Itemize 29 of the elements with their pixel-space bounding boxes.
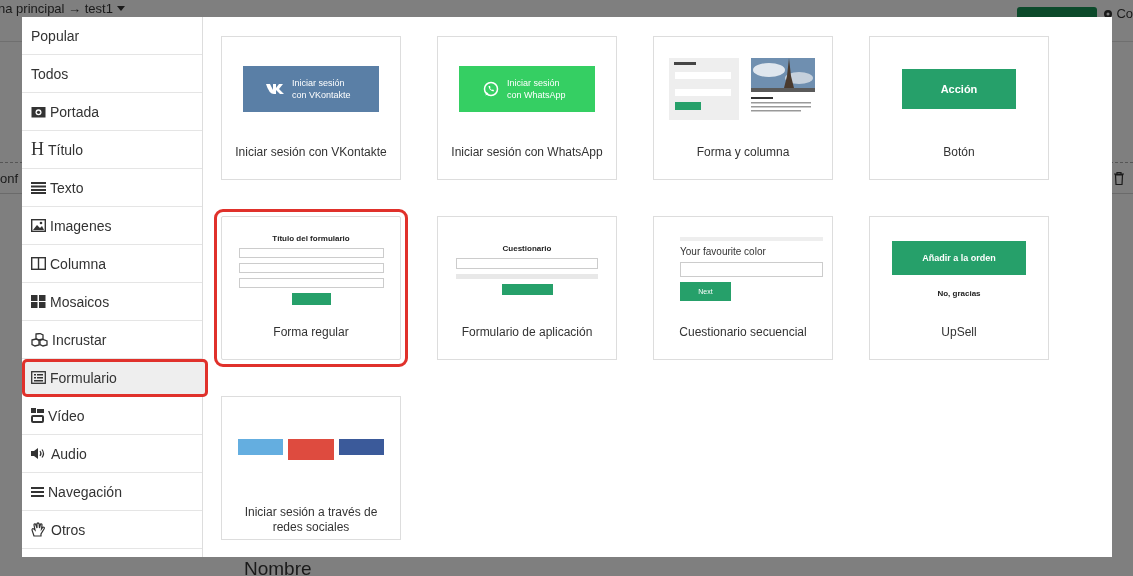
corner-label: Co xyxy=(1103,6,1133,21)
template-label: Iniciar sesión a través de redes sociales xyxy=(243,504,379,535)
button-label: Iniciar sesión con WhatsApp xyxy=(507,77,567,101)
form-title: Título del formulario xyxy=(272,233,350,243)
template-label: Iniciar sesión con WhatsApp xyxy=(450,144,604,160)
template-card[interactable]: Iniciar sesión a través de redes sociales xyxy=(221,396,401,540)
config-label: onf xyxy=(0,170,19,186)
template-label: Cuestionario secuencial xyxy=(678,324,808,340)
template-label: Forma y columna xyxy=(695,144,791,160)
template-label: UpSell xyxy=(940,324,978,340)
form-title: Cuestionario xyxy=(502,243,552,253)
template-card[interactable]: Iniciar sesión con WhatsApp Iniciar sesión con WhatsApp xyxy=(437,36,617,180)
template-label: Iniciar sesión con VKontakte xyxy=(234,144,388,160)
action-button: Acción xyxy=(902,69,1016,109)
template-card[interactable]: Forma y columna xyxy=(653,36,833,180)
template-card[interactable]: Iniciar sesión con VKontakte Iniciar sesión con VKontakte xyxy=(221,36,401,180)
heading-icon: H xyxy=(31,139,44,160)
button-label: Iniciar sesión con VKontakte xyxy=(292,77,352,101)
category-item[interactable]: Formulario xyxy=(22,359,208,397)
question-text: Your favourite color xyxy=(680,246,766,257)
template-card[interactable]: Cuestionario Formulario de aplicación xyxy=(437,216,617,360)
template-card[interactable]: Acción Botón xyxy=(869,36,1049,180)
template-label: Forma regular xyxy=(272,324,350,340)
add-to-order-button: Añadir a la orden xyxy=(892,240,1026,275)
template-card[interactable]: Añadir a la orden No, gracias UpSell xyxy=(869,216,1049,360)
template-label: Formulario de aplicación xyxy=(460,324,594,340)
field-label: Nombre xyxy=(244,558,312,576)
decline-text: No, gracias xyxy=(937,288,981,298)
template-label: Botón xyxy=(942,144,976,160)
